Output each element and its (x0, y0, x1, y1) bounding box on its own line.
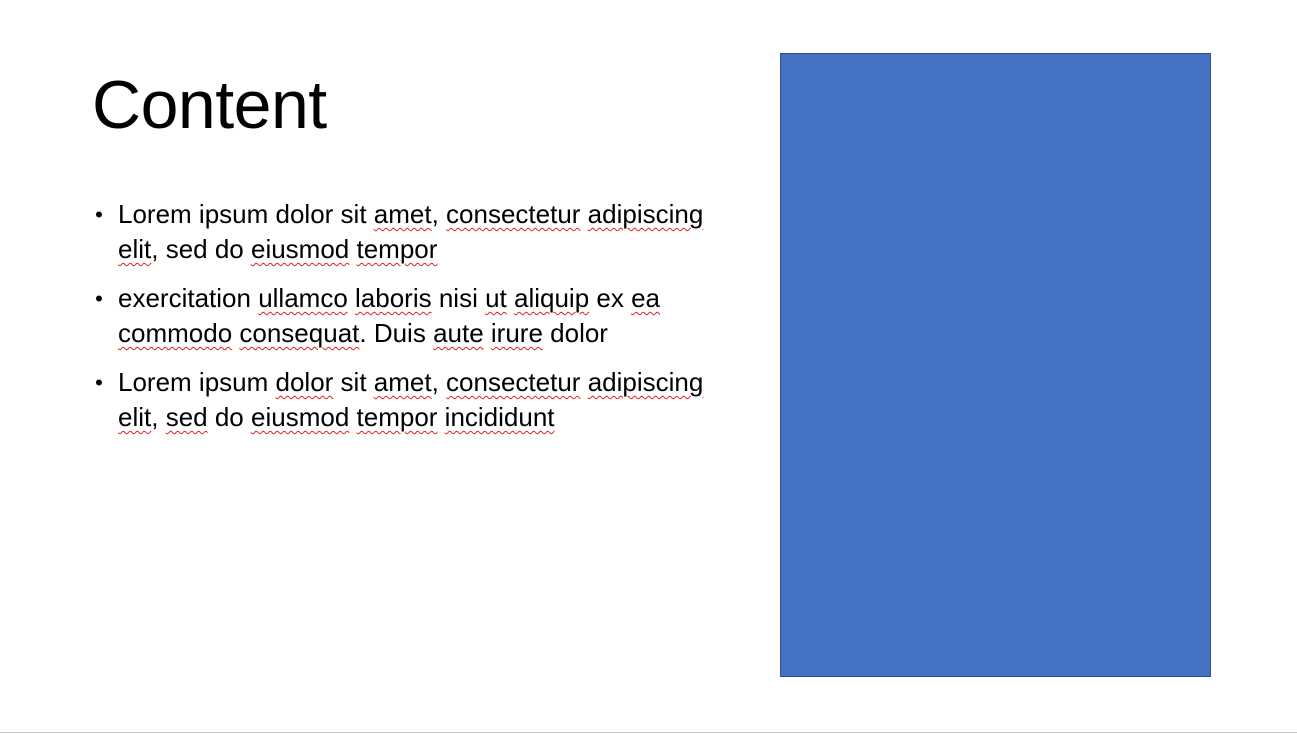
spellcheck-flagged-word[interactable]: adipiscing (588, 199, 704, 229)
bullet-item[interactable]: • Lorem ipsum dolor sit amet, consectetu… (92, 365, 742, 435)
bullet-item[interactable]: • exercitation ullamco laboris nisi ut a… (92, 281, 742, 351)
text-run (507, 283, 514, 313)
bullet-icon: • (95, 202, 103, 227)
text-run (484, 318, 491, 348)
slide-canvas: Content • Lorem ipsum dolor sit amet, co… (0, 0, 1297, 734)
spellcheck-flagged-word[interactable]: consectetur (446, 199, 580, 229)
text-run: ex (589, 283, 632, 313)
text-run: dolor (542, 318, 608, 348)
text-run: exercitation (118, 283, 259, 313)
text-run: , (431, 199, 447, 229)
text-run: , (431, 367, 447, 397)
spellcheck-flagged-word[interactable]: irure (491, 318, 543, 348)
spellcheck-flagged-word[interactable]: aute (433, 318, 484, 348)
slide-body-text[interactable]: • Lorem ipsum dolor sit amet, consectetu… (92, 197, 742, 449)
spellcheck-flagged-word[interactable]: amet (374, 199, 432, 229)
bullet-text: Lorem ipsum dolor sit amet, consectetur … (118, 199, 703, 264)
spellcheck-flagged-word[interactable]: elit (118, 234, 151, 264)
bullet-text: Lorem ipsum dolor sit amet, consectetur … (118, 367, 703, 432)
bullet-icon: • (95, 370, 103, 395)
spellcheck-flagged-word[interactable]: aliquip (514, 283, 589, 313)
text-run (349, 234, 356, 264)
text-run: sit (333, 367, 374, 397)
spellcheck-flagged-word[interactable]: ut (485, 283, 507, 313)
spellcheck-flagged-word[interactable]: laboris (355, 283, 432, 313)
text-run: . Duis (359, 318, 434, 348)
text-run: Lorem ipsum (118, 367, 276, 397)
spellcheck-flagged-word[interactable]: incididunt (445, 402, 555, 432)
text-run: nisi (431, 283, 486, 313)
spellcheck-flagged-word[interactable]: tempor (357, 234, 438, 264)
spellcheck-flagged-word[interactable]: adipiscing (588, 367, 704, 397)
text-run (437, 402, 444, 432)
text-run: Lorem ipsum dolor sit (118, 199, 374, 229)
spellcheck-flagged-word[interactable]: elit (118, 402, 151, 432)
spellcheck-flagged-word[interactable]: sed (166, 402, 208, 432)
spellcheck-flagged-word[interactable]: ullamco (258, 283, 348, 313)
spellcheck-flagged-word[interactable]: dolor (276, 367, 334, 397)
spellcheck-flagged-word[interactable]: ea (631, 283, 660, 313)
text-run (348, 283, 355, 313)
spellcheck-flagged-word[interactable]: eiusmod (251, 402, 349, 432)
text-run: , sed do (151, 234, 251, 264)
slide-title[interactable]: Content (92, 62, 732, 148)
text-run (580, 367, 587, 397)
spellcheck-flagged-word[interactable]: consequat (239, 318, 359, 348)
bullet-icon: • (95, 286, 103, 311)
blue-rectangle-shape[interactable] (780, 53, 1211, 677)
text-run: do (207, 402, 251, 432)
spellcheck-flagged-word[interactable]: consectetur (446, 367, 580, 397)
text-run: , (151, 402, 166, 432)
spellcheck-flagged-word[interactable]: tempor (357, 402, 438, 432)
spellcheck-flagged-word[interactable]: amet (374, 367, 432, 397)
slide-bottom-border (0, 732, 1297, 733)
bullet-text: exercitation ullamco laboris nisi ut ali… (118, 283, 660, 348)
spellcheck-flagged-word[interactable]: eiusmod (251, 234, 349, 264)
spellcheck-flagged-word[interactable]: commodo (118, 318, 232, 348)
text-run (580, 199, 587, 229)
text-run (349, 402, 356, 432)
bullet-item[interactable]: • Lorem ipsum dolor sit amet, consectetu… (92, 197, 742, 267)
